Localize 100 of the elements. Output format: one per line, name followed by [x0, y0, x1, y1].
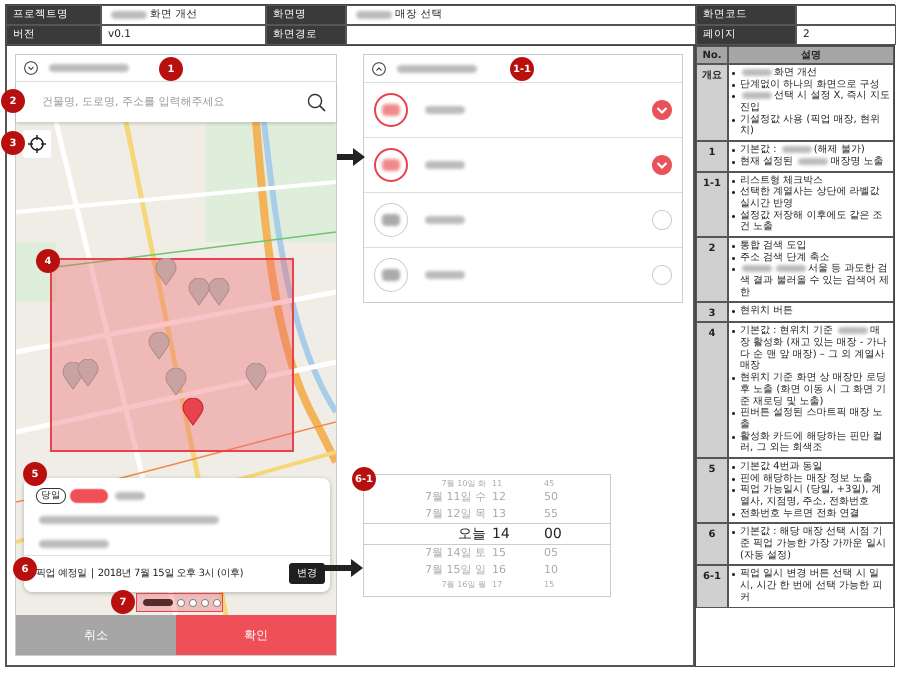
redacted-text [356, 11, 392, 19]
picker-hour[interactable]: 17 [492, 579, 502, 591]
brand-label [70, 489, 108, 503]
picker-date[interactable]: 7월 14일 토 [425, 545, 492, 562]
map-pin-icon[interactable] [77, 359, 99, 387]
page-indicator[interactable] [177, 598, 185, 606]
description-text: 기본값 : 현위치 기준 매장 활성화 (재고 있는 매장 - 가나다 순 맨 앞 매장) – 그 외 계열사 매장 [740, 325, 888, 372]
page-indicator[interactable] [143, 599, 173, 606]
row-number: 6 [696, 523, 728, 566]
brand-logo [374, 258, 408, 292]
description-text: 단계없이 하나의 화면으로 구성 [740, 78, 880, 90]
description-text: 현위치 버튼 [740, 305, 794, 318]
description-text: 현위치 기준 화면 상 매장만 로딩 후 노출 (화면 이동 시 그 화면 기준 재로딩 및 노출) [740, 372, 888, 408]
bullet-icon [732, 330, 735, 334]
row-number: 1 [696, 141, 728, 172]
field-value: 화면 개선 [150, 7, 198, 22]
callout-number: 6-1 [352, 467, 376, 491]
bullet-icon [732, 531, 735, 534]
bullet-icon [732, 180, 735, 182]
redacted-text [425, 106, 465, 114]
change-button[interactable]: 변경 [289, 563, 325, 584]
description-text: 핀버튼 설정된 스마트픽 매장 노출 [740, 407, 884, 431]
description-text: 활성화 카드에 해당하는 핀만 컬러, 그 외는 회색조 [740, 430, 884, 454]
description-text: 현재 설정된 매장명 노출 [740, 156, 884, 168]
checkbox[interactable] [652, 265, 672, 285]
brand-logo [374, 203, 408, 237]
cancel-button[interactable]: 취소 [16, 615, 176, 655]
bullet-icon [732, 412, 735, 416]
row-number: 6-1 [696, 565, 728, 608]
map-pin-icon[interactable] [155, 258, 177, 286]
picker-hour[interactable]: 12 [492, 489, 506, 506]
map-pin-icon[interactable] [148, 332, 170, 360]
picker-date[interactable]: 7월 12일 목 [425, 506, 492, 523]
picker-hour[interactable]: 13 [492, 506, 506, 523]
picker-minute[interactable]: 00 [532, 524, 562, 545]
field-label: 화면코드 [696, 5, 796, 25]
locate-button[interactable] [23, 130, 51, 158]
bullet-icon [732, 573, 735, 576]
redacted-text [39, 540, 109, 548]
picker-minute[interactable]: 15 [532, 579, 554, 591]
bullet-icon [732, 489, 735, 492]
bullet-icon [732, 478, 735, 481]
checkbox[interactable] [652, 100, 672, 120]
redacted-text [425, 216, 465, 224]
picker-hour[interactable]: 16 [492, 562, 506, 579]
field-value: 2 [803, 27, 810, 42]
description-text: 기본값 : (해제 불가) [740, 144, 865, 156]
map-pin-icon[interactable] [182, 398, 204, 426]
field-label: 프로젝트명 [6, 5, 101, 25]
picker-hour[interactable]: 14 [492, 524, 510, 545]
picker-minute[interactable]: 10 [532, 562, 558, 579]
picker-date[interactable]: 7월 10일 화 [442, 478, 492, 490]
brand-logo [374, 93, 408, 127]
search-field[interactable]: 건물명, 도로명, 주소를 입력해주세요 [40, 92, 280, 112]
picker-minute[interactable]: 50 [532, 489, 558, 506]
confirm-button[interactable]: 확인 [176, 615, 336, 655]
bullet-icon [732, 512, 735, 516]
picker-minute[interactable]: 55 [532, 506, 558, 523]
callout-number: 3 [1, 131, 25, 155]
picker-date[interactable]: 오늘 [458, 524, 492, 545]
same-day-badge: 당일 [36, 488, 66, 504]
separator: | [90, 567, 94, 581]
picker-date[interactable]: 7월 11일 수 [425, 489, 492, 506]
picker-hour[interactable]: 11 [492, 478, 502, 490]
bullet-icon [732, 244, 735, 248]
checkbox[interactable] [652, 155, 672, 175]
map-pin-icon[interactable] [245, 363, 267, 391]
description-text: 핀에 해당하는 매장 정보 노출 [740, 472, 873, 484]
picker-minute[interactable]: 05 [532, 545, 558, 562]
bullet-icon [732, 118, 735, 122]
page-indicator[interactable] [189, 598, 197, 606]
picker-date[interactable]: 7월 16일 월 [442, 579, 492, 591]
brand-logo [374, 148, 408, 182]
field-label: 화면명 [266, 5, 346, 25]
description-text: 서울 등 과도한 검색 결과 불러올 수 있는 검색어 제한 [740, 263, 890, 298]
redacted-text [115, 492, 145, 500]
expand-icon[interactable] [24, 61, 38, 75]
pickup-date: 2018년 7월 15일 오후 3시 (이후) [98, 567, 244, 581]
map-pin-icon[interactable] [188, 278, 210, 306]
page-indicator[interactable] [201, 598, 209, 606]
description-text: 선택한 계열사는 상단에 라벨값 실시간 반영 [740, 186, 881, 210]
bullet-icon [732, 466, 735, 469]
checkbox[interactable] [652, 210, 672, 230]
row-number: 개요 [696, 64, 728, 142]
search-icon[interactable] [307, 92, 326, 112]
page-indicator[interactable] [213, 598, 221, 606]
field-value: v0.1 [108, 27, 131, 42]
bullet-icon [732, 160, 735, 164]
picker-minute[interactable]: 45 [532, 478, 554, 490]
picker-date[interactable]: 7월 15일 일 [425, 562, 492, 579]
bullet-icon [732, 436, 735, 439]
description-text: 리스트형 체크박스 [740, 174, 824, 186]
map-pin-icon[interactable] [165, 368, 187, 396]
map-pin-icon[interactable] [208, 278, 230, 306]
field-value: 매장 선택 [395, 7, 442, 22]
redacted-text [425, 161, 465, 169]
description-text: 통합 검색 도입 [740, 240, 806, 252]
collapse-icon[interactable] [372, 62, 386, 76]
row-number: 4 [696, 322, 728, 458]
picker-hour[interactable]: 15 [492, 545, 506, 562]
